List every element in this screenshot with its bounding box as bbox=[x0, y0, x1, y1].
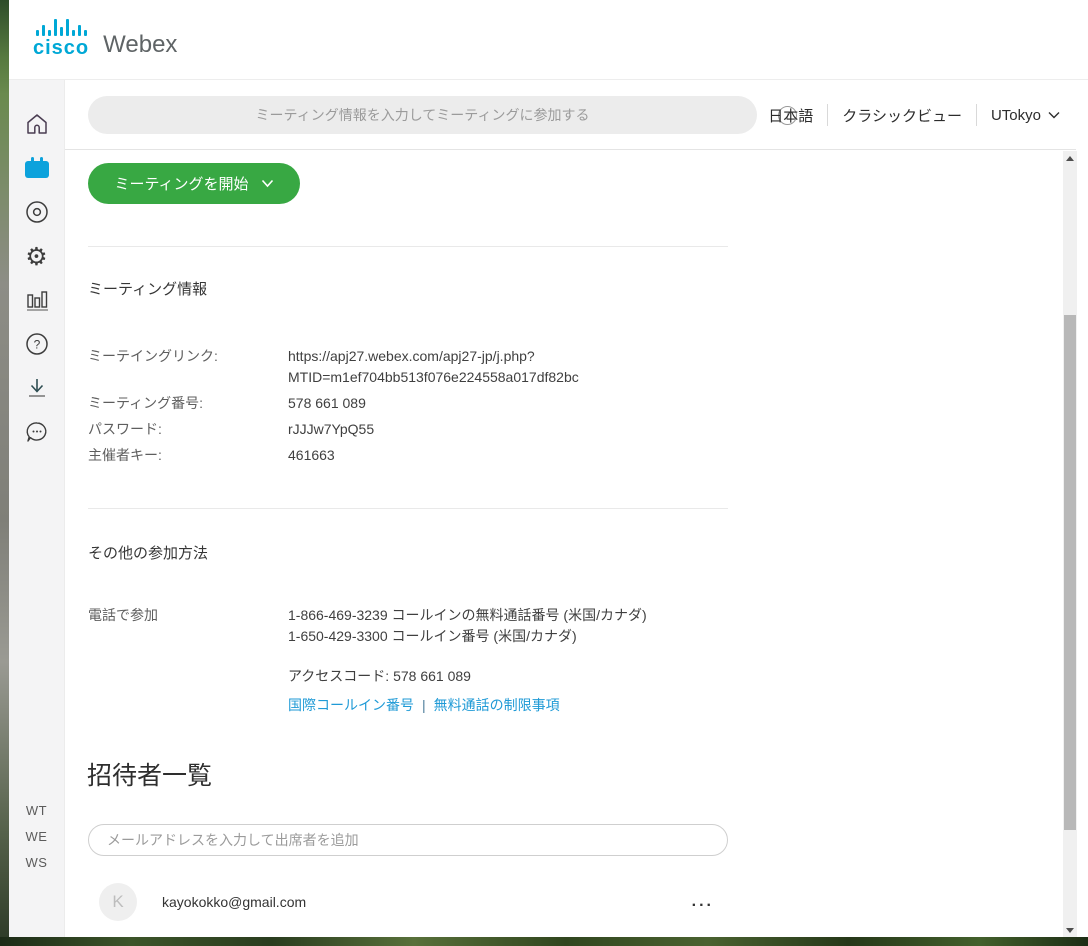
meeting-link-label: ミーテイングリンク: bbox=[88, 346, 288, 388]
section-divider bbox=[88, 246, 728, 247]
invitee-list-item: K kayokokko@gmail.com ... bbox=[88, 878, 728, 926]
meeting-link-value: https://apj27.webex.com/apj27-jp/j.php? … bbox=[288, 346, 579, 388]
record-icon bbox=[24, 199, 50, 225]
meeting-number-label: ミーティング番号: bbox=[88, 393, 288, 414]
tollnumber-line: 1-650-429-3300 コールイン番号 (米国/カナダ) bbox=[288, 626, 647, 647]
chevron-down-icon bbox=[261, 179, 274, 188]
main-area: i 日本語 クラシックビュー UTokyo ミーティングを開始 ミーティング情報… bbox=[65, 80, 1076, 938]
svg-text:?: ? bbox=[33, 338, 40, 352]
join-by-phone: 電話で参加 1-866-469-3239 コールインの無料通話番号 (米国/カナ… bbox=[88, 605, 647, 647]
start-meeting-label: ミーティングを開始 bbox=[114, 173, 248, 194]
meeting-info-list: ミーテイングリンク: https://apj27.webex.com/apj27… bbox=[88, 346, 579, 466]
topbar: i 日本語 クラシックビュー UTokyo bbox=[65, 80, 1076, 150]
language-selector[interactable]: 日本語 bbox=[768, 105, 813, 126]
link-separator: | bbox=[422, 697, 426, 713]
host-key-label: 主催者キー: bbox=[88, 445, 288, 466]
sidebar-footer-label-we[interactable]: WE bbox=[9, 824, 64, 850]
bar-chart-icon bbox=[24, 287, 50, 313]
desktop-background-strip-left bbox=[0, 0, 9, 946]
scrollbar-up-arrow[interactable] bbox=[1063, 151, 1077, 166]
start-meeting-button[interactable]: ミーティングを開始 bbox=[88, 163, 300, 204]
webex-wordmark: Webex bbox=[103, 32, 177, 58]
sidebar-item-downloads[interactable] bbox=[15, 366, 59, 410]
meeting-page-content: ミーティングを開始 ミーティング情報 ミーテイングリンク: https://ap… bbox=[65, 150, 1076, 938]
join-by-phone-label: 電話で参加 bbox=[88, 605, 288, 647]
topbar-divider bbox=[827, 104, 828, 126]
access-code-line: アクセスコード: 578 661 089 bbox=[288, 666, 471, 686]
topbar-divider bbox=[976, 104, 977, 126]
sidebar-item-meetings[interactable] bbox=[15, 146, 59, 190]
cisco-wordmark: cisco bbox=[33, 38, 89, 58]
sidebar: ⚙ ? bbox=[9, 80, 65, 938]
scrollbar-thumb[interactable] bbox=[1064, 315, 1076, 830]
sidebar-item-home[interactable] bbox=[15, 102, 59, 146]
section-divider bbox=[88, 508, 728, 509]
more-options-icon[interactable]: ... bbox=[692, 897, 714, 907]
sidebar-footer-labels: WT WE WS bbox=[9, 798, 64, 876]
download-icon bbox=[24, 375, 50, 401]
password-label: パスワード: bbox=[88, 419, 288, 440]
calendar-icon bbox=[23, 155, 51, 181]
scrollbar[interactable] bbox=[1063, 151, 1077, 938]
chevron-down-icon bbox=[1048, 111, 1060, 119]
sidebar-item-feedback[interactable] bbox=[15, 410, 59, 454]
scrollbar-down-arrow[interactable] bbox=[1063, 923, 1077, 938]
other-methods-title: その他の参加方法 bbox=[88, 542, 208, 563]
password-value: rJJJw7YpQ55 bbox=[288, 419, 579, 440]
invitee-email: kayokokko@gmail.com bbox=[162, 894, 306, 910]
account-name: UTokyo bbox=[991, 107, 1041, 124]
host-key-value: 461663 bbox=[288, 445, 579, 466]
global-callin-link[interactable]: 国際コールイン番号 bbox=[288, 695, 414, 715]
invitee-avatar: K bbox=[99, 883, 137, 921]
help-icon: ? bbox=[24, 331, 50, 357]
classic-view-link[interactable]: クラシックビュー bbox=[842, 105, 962, 126]
sidebar-footer-label-wt[interactable]: WT bbox=[9, 798, 64, 824]
join-meeting-search-input[interactable] bbox=[88, 96, 757, 134]
home-icon bbox=[24, 111, 50, 137]
gear-icon: ⚙ bbox=[25, 244, 47, 269]
phone-links: 国際コールイン番号 | 無料通話の制限事項 bbox=[288, 695, 560, 715]
sidebar-footer-label-ws[interactable]: WS bbox=[9, 850, 64, 876]
tollfree-number-line: 1-866-469-3239 コールインの無料通話番号 (米国/カナダ) bbox=[288, 605, 647, 626]
sidebar-item-preferences[interactable]: ⚙ bbox=[15, 234, 59, 278]
account-menu[interactable]: UTokyo bbox=[991, 107, 1060, 124]
meeting-number-value: 578 661 089 bbox=[288, 393, 579, 414]
desktop-background-strip-bottom bbox=[0, 937, 1088, 946]
chat-icon bbox=[24, 419, 50, 445]
add-attendee-input[interactable] bbox=[88, 824, 728, 856]
invitee-list-title: 招待者一覧 bbox=[87, 756, 212, 792]
sidebar-item-insights[interactable] bbox=[15, 278, 59, 322]
cisco-logo-icon bbox=[36, 16, 87, 36]
meeting-info-title: ミーティング情報 bbox=[88, 278, 207, 299]
sidebar-item-support[interactable]: ? bbox=[15, 322, 59, 366]
sidebar-item-recordings[interactable] bbox=[15, 190, 59, 234]
app-header: cisco Webex bbox=[0, 0, 1088, 80]
tollfree-restrictions-link[interactable]: 無料通話の制限事項 bbox=[434, 695, 560, 715]
webex-logo: cisco Webex bbox=[33, 16, 177, 58]
